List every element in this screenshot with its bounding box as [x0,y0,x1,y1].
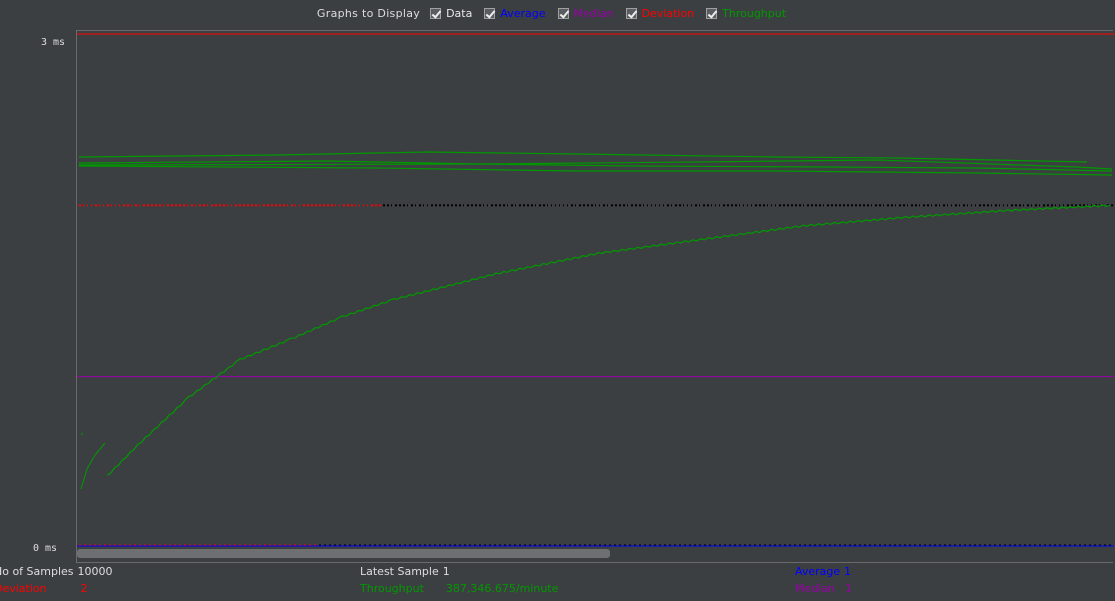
throughput-trace [79,152,1087,162]
graphs-to-display-label: Graphs to Display [317,7,420,20]
graph-svg [77,31,1114,564]
throughput-checkbox[interactable] [706,8,717,19]
median-stat: Median 1 [795,582,852,595]
throughput-checkbox-item[interactable]: Throughput [706,7,786,20]
deviation-checkbox-label[interactable]: Deviation [642,7,695,20]
average-checkbox-item[interactable]: Average [484,7,545,20]
y-axis-max-label: 3 ms [41,37,65,48]
deviation-checkbox-item[interactable]: Deviation [626,7,695,20]
samples-label: No of Samples [0,565,74,578]
deviation-value: 2 [81,582,88,595]
average-checkbox[interactable] [484,8,495,19]
median-value: 1 [845,582,852,595]
deviation-label: Deviation [0,582,47,595]
latest-sample-label: Latest Sample [360,565,439,578]
samples-stat: No of Samples 10000 [0,565,113,578]
throughput-value: 387,346.675/minute [446,582,558,595]
average-stat: Average 1 [795,565,851,578]
average-label: Average [795,565,840,578]
deviation-checkbox[interactable] [626,8,637,19]
average-checkbox-label[interactable]: Average [500,7,545,20]
horizontal-scrollbar[interactable] [77,549,610,558]
deviation-stat: Deviation 2 [0,582,88,595]
latest-sample-stat: Latest Sample 1 [360,565,450,578]
data-checkbox[interactable] [430,8,441,19]
throughput-label: Throughput [360,582,424,595]
graph-plot-area [76,30,1113,563]
throughput-stat: Throughput 387,346.675/minute [360,582,558,595]
throughput-early-mark [81,433,83,435]
throughput-checkbox-label[interactable]: Throughput [722,7,786,20]
median-checkbox-label[interactable]: Median [574,7,614,20]
data-checkbox-item[interactable]: Data [430,7,472,20]
graphs-toolbar: Graphs to Display Data Average Median De… [0,0,1115,26]
data-checkbox-label[interactable]: Data [446,7,472,20]
throughput-early-trace [81,443,105,489]
samples-value: 10000 [78,565,113,578]
y-axis-min-label: 0 ms [33,543,57,554]
average-value: 1 [844,565,851,578]
median-checkbox[interactable] [558,8,569,19]
median-checkbox-item[interactable]: Median [558,7,614,20]
latest-sample-value: 1 [443,565,450,578]
median-label: Median [795,582,835,595]
graph-results-panel: Graphs to Display Data Average Median De… [0,0,1115,601]
throughput-curve [107,205,1110,475]
